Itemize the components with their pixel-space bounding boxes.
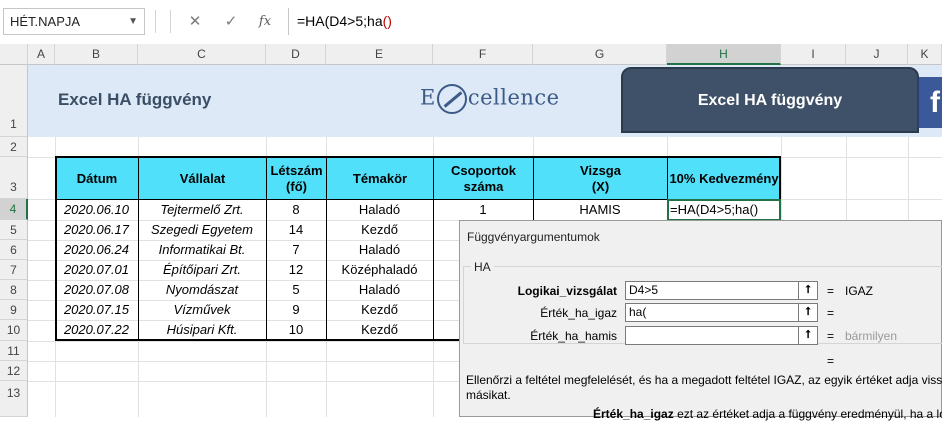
function-description-cont: másikat. (466, 388, 511, 402)
facebook-icon[interactable]: f (917, 77, 942, 128)
arg-label-logical-test: Logikai_vizsgálat (517, 284, 617, 298)
cell-date[interactable]: 2020.06.24 (55, 240, 138, 260)
cell-date[interactable]: 2020.06.10 (55, 200, 138, 220)
arg-label-value-if-true: Érték_ha_igaz (540, 306, 617, 320)
formula-text: =HA(D4>5;ha (297, 13, 383, 29)
cell-topic[interactable]: Kezdő (326, 220, 433, 240)
collapse-dialog-icon[interactable]: ⭡ (798, 303, 818, 322)
cell-date[interactable]: 2020.07.22 (55, 320, 138, 340)
collapse-dialog-icon[interactable]: ⭡ (798, 281, 818, 300)
cell-date[interactable]: 2020.07.15 (55, 300, 138, 320)
cell-topic[interactable]: Haladó (326, 240, 433, 260)
cell-date[interactable]: 2020.07.01 (55, 260, 138, 280)
cell-company[interactable]: Szegedi Egyetem (138, 220, 266, 240)
column-header-e[interactable]: E (326, 44, 433, 65)
cell-topic[interactable]: Haladó (326, 280, 433, 300)
name-box[interactable]: HÉT.NAPJA ▼ (3, 8, 145, 35)
chevron-down-icon[interactable]: ▼ (128, 9, 138, 34)
arg-result-value-if-false: bármilyen (845, 329, 898, 343)
column-header-a[interactable]: A (28, 44, 55, 65)
row-header-5[interactable]: 5 (0, 220, 28, 240)
cell-company[interactable]: Informatikai Bt. (138, 240, 266, 260)
logo-text: cellence (467, 85, 560, 110)
column-header-d[interactable]: D (266, 44, 326, 65)
argument-description: Érték_ha_igaz ezt az értéket adja a függ… (593, 407, 942, 421)
arg-input-logical-test[interactable]: D4>5 (625, 281, 799, 300)
cell-date[interactable]: 2020.07.08 (55, 280, 138, 300)
excellence-logo: Ecellence (420, 84, 560, 114)
column-header-b[interactable]: B (55, 44, 138, 65)
column-header-j[interactable]: J (846, 44, 908, 65)
row-header-10[interactable]: 10 (0, 320, 28, 341)
overall-equals: = (827, 354, 835, 368)
logo-letter: E (420, 85, 436, 110)
row-header-2[interactable]: 2 (0, 137, 28, 157)
divider (170, 10, 171, 33)
select-all-corner[interactable] (0, 44, 28, 65)
column-header-h[interactable]: H (667, 44, 781, 65)
cell-company[interactable]: Tejtermelő Zrt. (138, 200, 266, 220)
column-header-g[interactable]: G (533, 44, 667, 65)
arg-equals: = (827, 284, 835, 298)
cell-topic[interactable]: Kezdő (326, 320, 433, 340)
cell-headcount[interactable]: 7 (266, 240, 326, 260)
cell-headcount[interactable]: 9 (266, 300, 326, 320)
cell-company[interactable]: Húsipari Kft. (138, 320, 266, 340)
row-header-8[interactable]: 8 (0, 280, 28, 300)
column-header-c[interactable]: C (138, 44, 266, 65)
insert-function-icon[interactable]: fx (252, 8, 278, 35)
cancel-icon[interactable]: ✕ (182, 8, 208, 35)
dialog-title: Függvényargumentumok (467, 230, 600, 244)
arg-input-value-if-true[interactable]: ha( (625, 303, 799, 322)
banner-title: Excel HA függvény (58, 90, 212, 109)
arg-equals: = (827, 329, 835, 343)
cell-headcount[interactable]: 8 (266, 200, 326, 220)
row-header-11[interactable]: 11 (0, 341, 28, 361)
row-header-7[interactable]: 7 (0, 260, 28, 280)
logo-x-icon (436, 84, 467, 114)
row-header-13[interactable]: 13 (0, 381, 28, 417)
arg-equals: = (827, 306, 835, 320)
name-box-value: HÉT.NAPJA (10, 14, 81, 29)
enter-icon[interactable]: ✓ (218, 8, 244, 35)
column-header-i[interactable]: I (781, 44, 846, 65)
row-header-9[interactable]: 9 (0, 300, 28, 320)
arg-input-value-if-false[interactable] (625, 326, 799, 345)
cell-topic[interactable]: Haladó (326, 200, 433, 220)
cell-headcount[interactable]: 5 (266, 280, 326, 300)
argument-description-name: Érték_ha_igaz (593, 407, 674, 421)
cell-headcount[interactable]: 10 (266, 320, 326, 340)
argument-description-text: ezt az értéket adja a függvény eredményü… (677, 407, 942, 421)
column-header-k[interactable]: K (908, 44, 942, 65)
collapse-dialog-icon[interactable]: ⭡ (798, 326, 818, 345)
cell-date[interactable]: 2020.06.17 (55, 220, 138, 240)
cell-headcount[interactable]: 12 (266, 260, 326, 280)
nav-button[interactable]: Excel HA függvény (621, 67, 919, 133)
cell-groups[interactable]: 1 (433, 200, 533, 220)
cell-discount-editing[interactable]: =HA(D4>5;ha() (670, 200, 780, 220)
table-col-divider (433, 199, 434, 341)
cell-headcount[interactable]: 14 (266, 220, 326, 240)
cell-company[interactable]: Vízművek (138, 300, 266, 320)
row-header-12[interactable]: 12 (0, 361, 28, 381)
cell-topic[interactable]: Középhaladó (326, 260, 433, 280)
column-header-f[interactable]: F (433, 44, 533, 65)
row-header-1[interactable]: 1 (0, 65, 28, 137)
formula-paren: () (382, 13, 392, 29)
cell-company[interactable]: Nyomdászat (138, 280, 266, 300)
function-description: Ellenőrzi a feltétel megfelelését, és ha… (466, 373, 942, 387)
row-header-4[interactable]: 4 (0, 199, 28, 220)
group-label: HA (471, 260, 494, 274)
cell-company[interactable]: Építőipari Zrt. (138, 260, 266, 280)
divider (155, 10, 156, 33)
arg-label-value-if-false: Érték_ha_hamis (530, 329, 617, 343)
formula-input[interactable]: =HA(D4>5;ha() (288, 8, 942, 35)
cell-exam[interactable]: HAMIS (533, 200, 667, 220)
row-header-3[interactable]: 3 (0, 157, 28, 199)
row-header-6[interactable]: 6 (0, 240, 28, 260)
cell-topic[interactable]: Kezdő (326, 300, 433, 320)
arg-result-logical-test: IGAZ (845, 284, 874, 298)
